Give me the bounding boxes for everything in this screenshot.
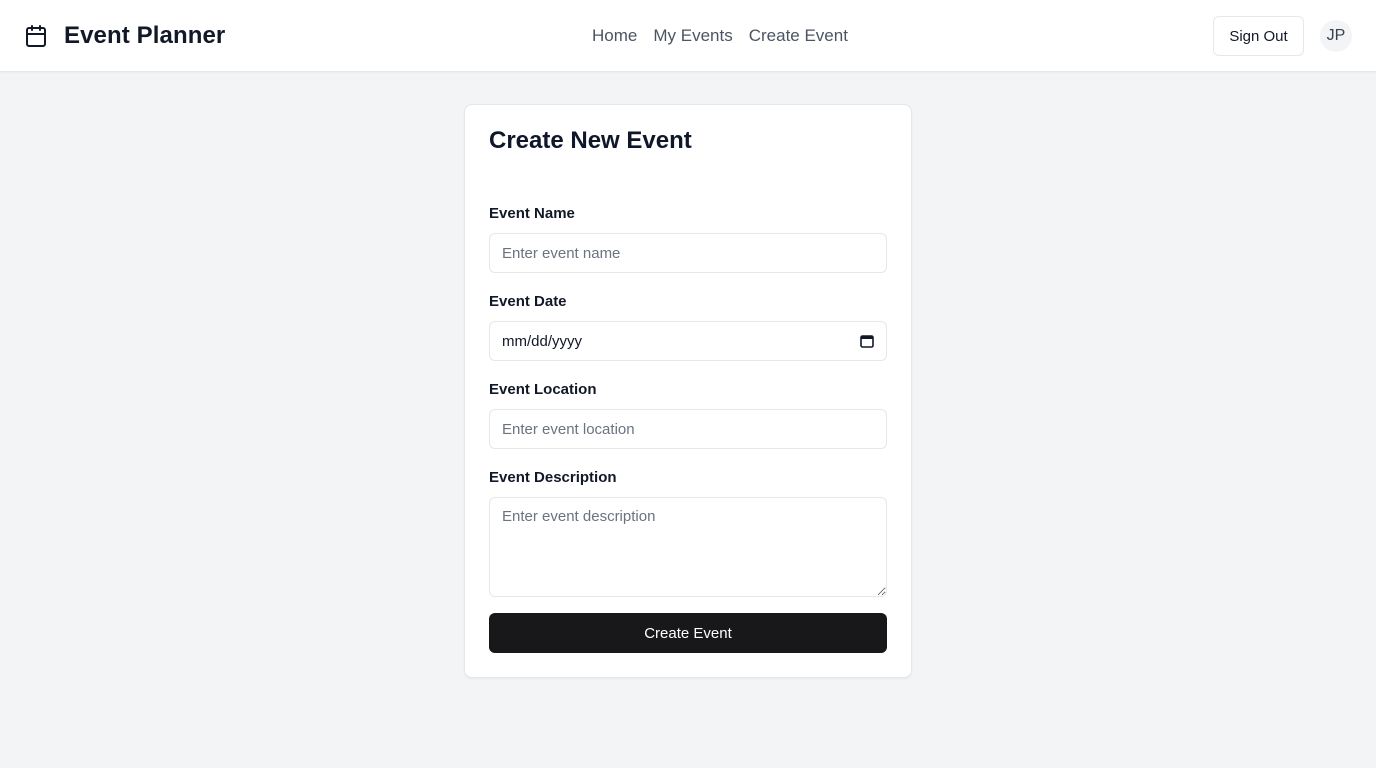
event-name-label: Event Name: [489, 205, 575, 222]
create-event-card: Create New Event Event Name Event Date m…: [464, 104, 912, 678]
avatar[interactable]: JP: [1320, 20, 1352, 52]
event-date-input[interactable]: mm/dd/yyyy: [489, 321, 887, 361]
event-description-label: Event Description: [489, 469, 617, 486]
event-location-label: Event Location: [489, 381, 597, 398]
event-date-label: Event Date: [489, 293, 567, 310]
event-location-input[interactable]: [489, 409, 887, 449]
sign-out-button[interactable]: Sign Out: [1213, 16, 1304, 56]
nav-my-events-link[interactable]: My Events: [653, 26, 732, 46]
main-nav: Home My Events Create Event: [592, 0, 848, 72]
calendar-icon: [26, 25, 46, 47]
top-header: Event Planner Home My Events Create Even…: [0, 0, 1376, 72]
nav-create-event-link[interactable]: Create Event: [749, 26, 848, 46]
nav-home-link[interactable]: Home: [592, 26, 637, 46]
event-description-textarea[interactable]: [489, 497, 887, 597]
brand: Event Planner: [24, 0, 225, 72]
event-name-input[interactable]: [489, 233, 887, 273]
app-title: Event Planner: [64, 22, 226, 49]
calendar-icon[interactable]: [860, 334, 874, 348]
page-title: Create New Event: [489, 127, 692, 154]
event-date-value: mm/dd/yyyy: [502, 332, 583, 350]
create-event-button[interactable]: Create Event: [489, 613, 887, 653]
